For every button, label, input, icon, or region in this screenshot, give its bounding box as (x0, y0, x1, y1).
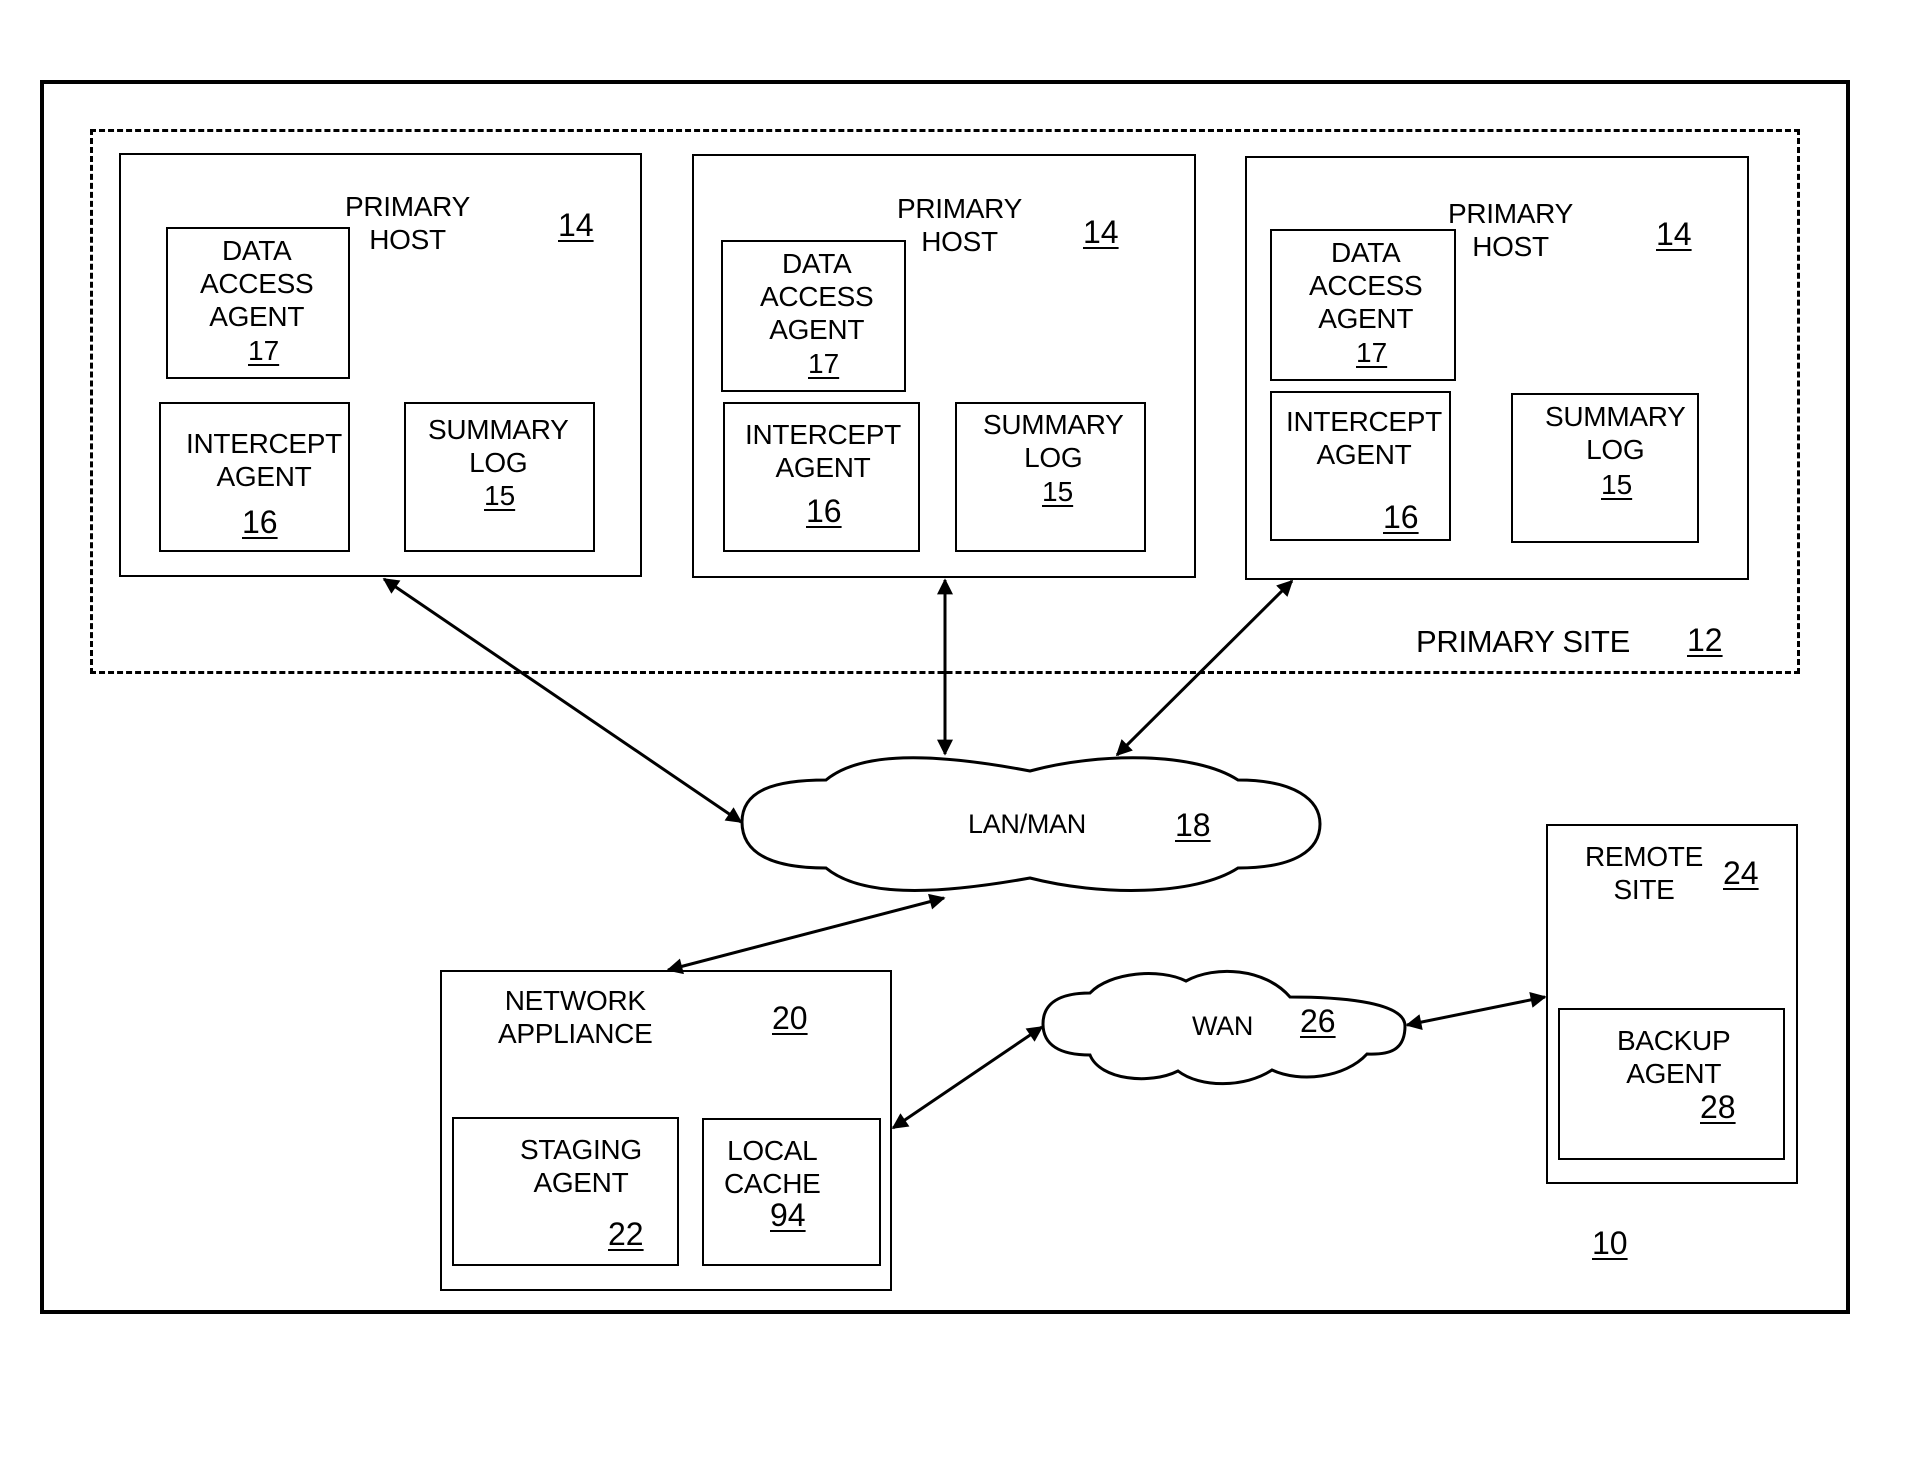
wan-label: WAN (1192, 1011, 1254, 1041)
lan-man-ref: 18 (1175, 807, 1211, 843)
link-wan-remote (1405, 992, 1547, 1030)
link-lan-appliance (666, 893, 946, 975)
link-host1-lan (382, 577, 743, 824)
link-host3-lan (1115, 579, 1294, 757)
connections-layer (382, 577, 1547, 1130)
link-appliance-wan (891, 1025, 1044, 1130)
lan-man-label: LAN/MAN (968, 809, 1086, 839)
wan-ref: 26 (1300, 1003, 1336, 1039)
